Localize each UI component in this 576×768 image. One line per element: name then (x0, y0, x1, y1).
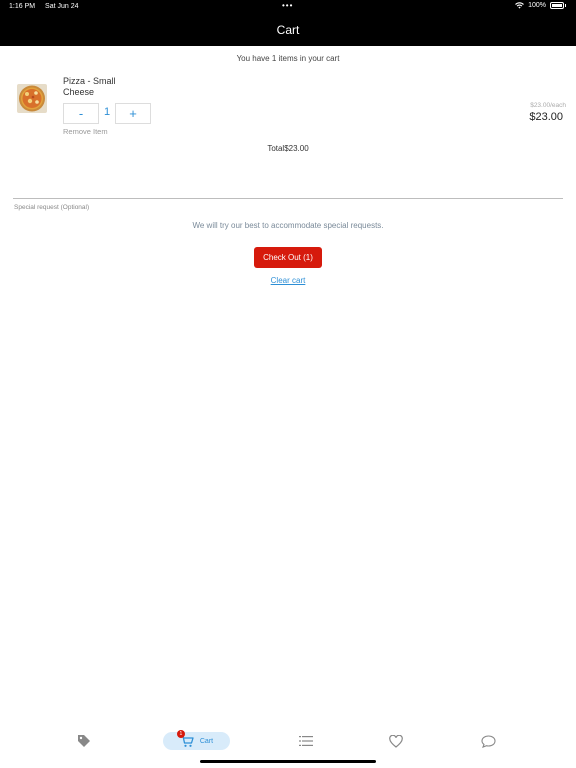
status-indicators: 100% (515, 2, 566, 9)
decrease-quantity-button[interactable]: - (63, 103, 99, 124)
battery-tip (565, 4, 566, 7)
line-total: $23.00 (529, 111, 563, 123)
tag-icon (78, 735, 90, 747)
battery-percent: 100% (528, 2, 546, 9)
unit-price: $23.00/each (530, 102, 566, 109)
status-date: Sat Jun 24 (45, 3, 79, 10)
increase-quantity-button[interactable]: + (115, 103, 151, 124)
remove-item-link[interactable]: Remove Item (63, 127, 108, 136)
pizza-thumbnail[interactable] (17, 84, 47, 113)
bottom-tab-bar: 1 Cart (0, 728, 576, 754)
tab-deals[interactable] (72, 732, 96, 750)
special-request-note: We will try our best to accommodate spec… (192, 221, 384, 230)
cart-total: Total$23.00 (267, 144, 309, 153)
tab-cart-label: Cart (199, 737, 214, 745)
wifi-icon (515, 2, 524, 9)
status-bar: 1:16 PM Sat Jun 24 ••• 100% (0, 0, 576, 14)
cart-icon-wrapper: 1 (176, 730, 194, 748)
status-time-date: 1:16 PM Sat Jun 24 (9, 3, 87, 10)
tab-menu[interactable] (294, 732, 318, 750)
pizza-photo (17, 84, 47, 113)
special-request-divider (13, 198, 563, 199)
clear-cart-link[interactable]: Clear cart (0, 276, 576, 285)
page-title: Cart (276, 23, 300, 37)
quantity-value: 1 (103, 106, 111, 118)
cart-count-badge: 1 (176, 730, 185, 738)
checkout-button[interactable]: Check Out (1) (254, 247, 322, 268)
chat-bubble-icon (480, 734, 496, 748)
tab-favorites[interactable] (384, 732, 408, 750)
home-indicator[interactable] (200, 760, 376, 763)
tab-cart[interactable]: 1 Cart (163, 730, 230, 750)
list-icon (299, 736, 313, 746)
nav-header: Cart (0, 14, 576, 46)
heart-icon (389, 734, 403, 748)
cart-summary: You have 1 items in your cart (236, 54, 340, 63)
item-name: Pizza - Small Cheese (63, 76, 116, 97)
special-request-label[interactable]: Special request (Optional) (14, 204, 89, 211)
status-time: 1:16 PM (9, 3, 36, 10)
multitasking-dots[interactable]: ••• (282, 1, 293, 10)
tab-messages[interactable] (476, 732, 500, 750)
battery-icon (550, 2, 564, 9)
